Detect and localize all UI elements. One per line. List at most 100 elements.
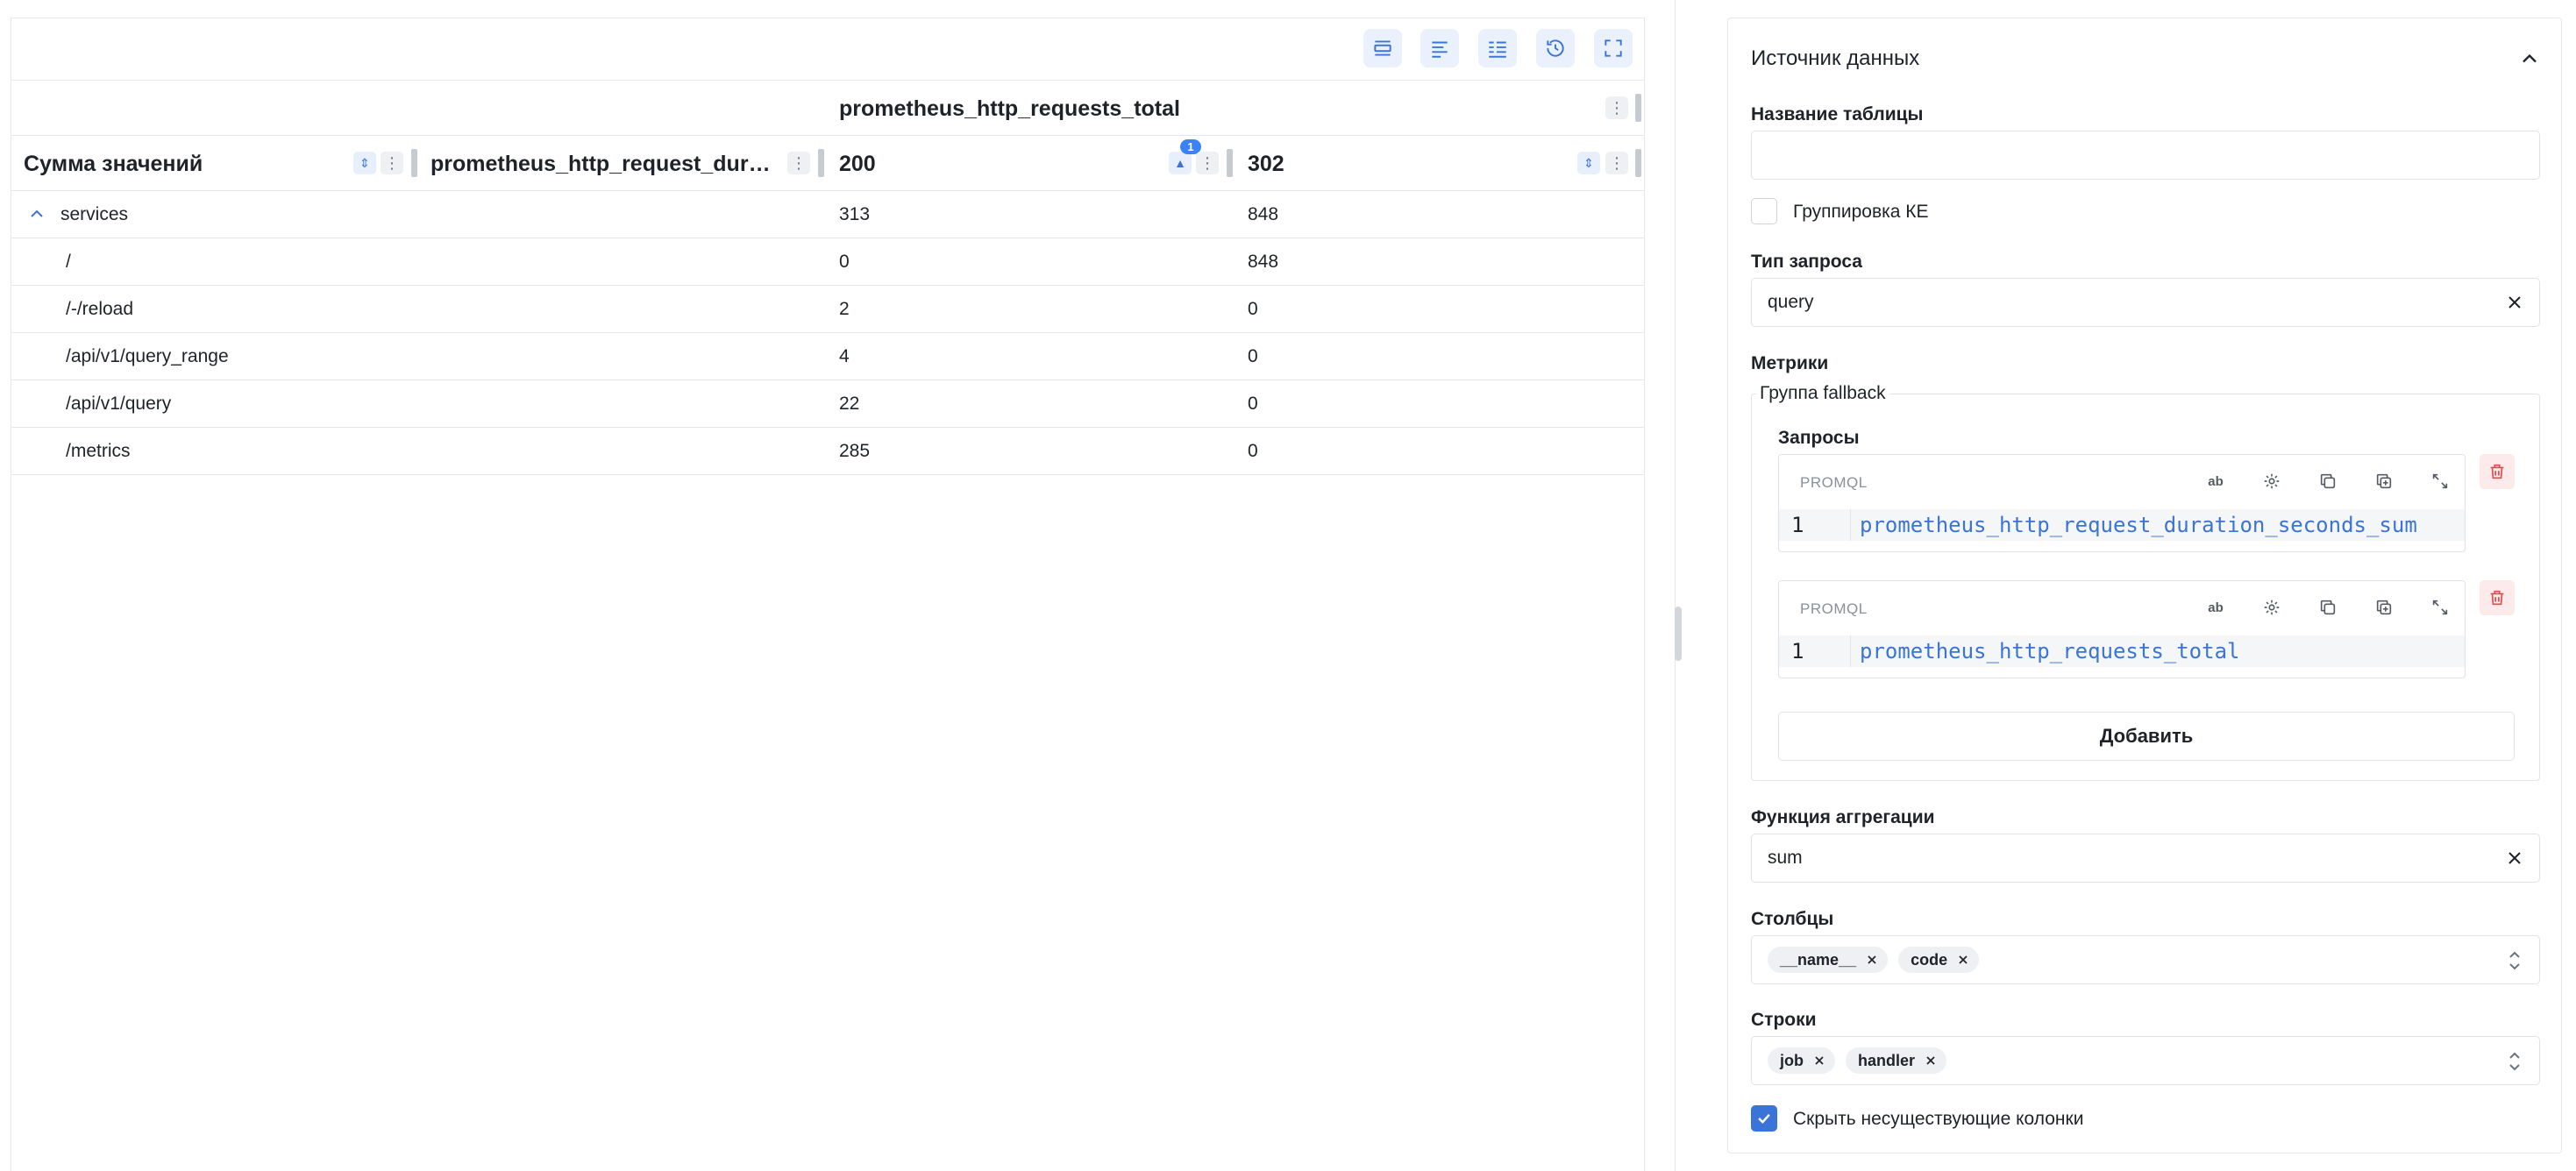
close-icon[interactable]	[1865, 953, 1879, 967]
copy-icon	[2320, 600, 2336, 615]
query-editor[interactable]: PROMQL ab 1 prometheus_http_request_dura…	[1778, 454, 2466, 552]
query-editor[interactable]: PROMQL ab 1 prometheus_http_requests_tot…	[1778, 580, 2466, 678]
columns-layout-button[interactable]	[1478, 29, 1517, 67]
row-label: /api/v1/query_range	[66, 346, 229, 366]
text-wrap-button[interactable]	[1420, 29, 1459, 67]
row-chip: handler	[1846, 1047, 1947, 1074]
duration-menu-button[interactable]: ⋮	[787, 152, 810, 174]
sort-icon: ⇕	[1583, 155, 1594, 170]
trash-icon	[2490, 590, 2504, 606]
table-row: /metrics 285 0	[11, 428, 1644, 475]
chevron-up-down-icon[interactable]	[2504, 948, 2525, 973]
history-icon	[1547, 39, 1564, 57]
trash-icon	[2490, 464, 2504, 479]
c302-sort-button[interactable]: ⇕	[1577, 152, 1600, 174]
copy-button[interactable]	[2314, 467, 2342, 495]
regex-toggle-button[interactable]: ab	[2202, 593, 2230, 621]
copy-button[interactable]	[2314, 593, 2342, 621]
delete-query-button[interactable]	[2480, 580, 2515, 615]
row-label: /	[66, 252, 71, 272]
expand-editor-button[interactable]	[2426, 467, 2454, 495]
group-menu-button[interactable]: ⋮	[1605, 96, 1628, 119]
query-settings-button[interactable]	[2258, 467, 2286, 495]
sort-icon: ⇕	[359, 155, 370, 170]
line-number: 1	[1779, 635, 1851, 667]
cell-302: 0	[1248, 441, 1258, 461]
table-name-input[interactable]	[1751, 131, 2540, 180]
chevron-up-icon[interactable]	[26, 203, 47, 224]
code-line[interactable]: 1 prometheus_http_requests_total	[1779, 635, 2465, 667]
panel-divider	[1675, 0, 1676, 1171]
code-line[interactable]: 1 prometheus_http_request_duration_secon…	[1779, 509, 2465, 541]
table-row: / 0 848	[11, 238, 1644, 286]
regex-toggle-button[interactable]: ab	[2202, 467, 2230, 495]
rows-multiselect[interactable]: job handler	[1751, 1036, 2540, 1085]
duplicate-button[interactable]	[2370, 467, 2398, 495]
more-vertical-icon: ⋮	[1609, 98, 1625, 117]
query-type-select[interactable]: query	[1751, 278, 2540, 327]
hide-columns-label: Скрыть несуществующие колонки	[1793, 1109, 2084, 1129]
cell-200: 22	[839, 394, 860, 414]
group-resize-handle[interactable]	[1635, 94, 1641, 122]
c200-resize-handle[interactable]	[1227, 149, 1233, 177]
columns-multiselect[interactable]: __name__ code	[1751, 935, 2540, 984]
expand-icon	[2432, 600, 2448, 615]
query-type-label: Тип запроса	[1751, 252, 1862, 272]
reset-button[interactable]	[1536, 29, 1575, 67]
c302-menu-button[interactable]: ⋮	[1605, 152, 1628, 174]
close-icon[interactable]	[2504, 848, 2525, 869]
query-code[interactable]: prometheus_http_requests_total	[1860, 635, 2239, 667]
fullscreen-button[interactable]	[1594, 29, 1633, 67]
c302-resize-handle[interactable]	[1635, 149, 1641, 177]
group-header-title: prometheus_http_requests_total	[839, 96, 1180, 121]
settings-title: Источник данных	[1751, 46, 1920, 70]
hide-columns-checkbox[interactable]	[1751, 1105, 1777, 1132]
aggregation-select[interactable]: sum	[1751, 834, 2540, 883]
fallback-group-label: Группа fallback	[1756, 383, 1889, 404]
chevron-up-down-icon[interactable]	[2504, 1049, 2525, 1074]
c200-sort-button[interactable]: ▲	[1169, 152, 1192, 174]
expand-editor-button[interactable]	[2426, 593, 2454, 621]
cell-302: 0	[1248, 346, 1258, 366]
fallback-group: Запросы PROMQL ab 1 prometheus_http_requ…	[1751, 394, 2540, 781]
sum-sort-button[interactable]: ⇕	[353, 152, 376, 174]
row-height-button[interactable]	[1363, 29, 1402, 67]
chip-label: __name__	[1780, 950, 1857, 969]
row-label: services	[60, 204, 129, 224]
gear-icon	[2264, 600, 2280, 615]
close-icon[interactable]	[1956, 953, 1970, 967]
more-vertical-icon: ⋮	[1199, 153, 1215, 172]
copy-icon	[2320, 473, 2336, 489]
sum-menu-button[interactable]: ⋮	[381, 152, 403, 174]
table-row: /api/v1/query 22 0	[11, 380, 1644, 428]
chevron-up-icon[interactable]	[2517, 46, 2542, 71]
query-code[interactable]: prometheus_http_request_duration_seconds…	[1860, 509, 2417, 541]
close-icon[interactable]	[1812, 1054, 1826, 1068]
panel-resize-handle[interactable]	[1675, 607, 1682, 661]
query-settings-button[interactable]	[2258, 593, 2286, 621]
c200-menu-button[interactable]: ⋮	[1196, 152, 1219, 174]
group-ke-label: Группировка КЕ	[1793, 202, 1929, 222]
cell-200: 285	[839, 441, 871, 461]
sort-asc-icon: ▲	[1174, 156, 1186, 170]
queries-label: Запросы	[1778, 428, 1860, 448]
query-type-value: query	[1768, 292, 1814, 312]
duplicate-button[interactable]	[2370, 593, 2398, 621]
column-group-header: prometheus_http_requests_total ⋮	[11, 81, 1644, 136]
close-icon[interactable]	[1924, 1054, 1938, 1068]
chip-label: job	[1780, 1051, 1804, 1069]
group-ke-checkbox[interactable]	[1751, 198, 1777, 224]
column-chip: code	[1898, 947, 1980, 973]
sum-resize-handle[interactable]	[411, 149, 417, 177]
metrics-label: Метрики	[1751, 353, 1829, 373]
aggregation-value: sum	[1768, 848, 1803, 868]
add-query-button[interactable]: Добавить	[1778, 712, 2515, 761]
cell-302: 848	[1248, 204, 1279, 224]
query-language: PROMQL	[1800, 474, 1868, 491]
close-icon[interactable]	[2504, 292, 2525, 313]
duration-resize-handle[interactable]	[818, 149, 824, 177]
delete-query-button[interactable]	[2480, 454, 2515, 489]
chip-label: code	[1911, 950, 1948, 969]
table-name-label: Название таблицы	[1751, 104, 1924, 124]
cell-302: 0	[1248, 299, 1258, 319]
